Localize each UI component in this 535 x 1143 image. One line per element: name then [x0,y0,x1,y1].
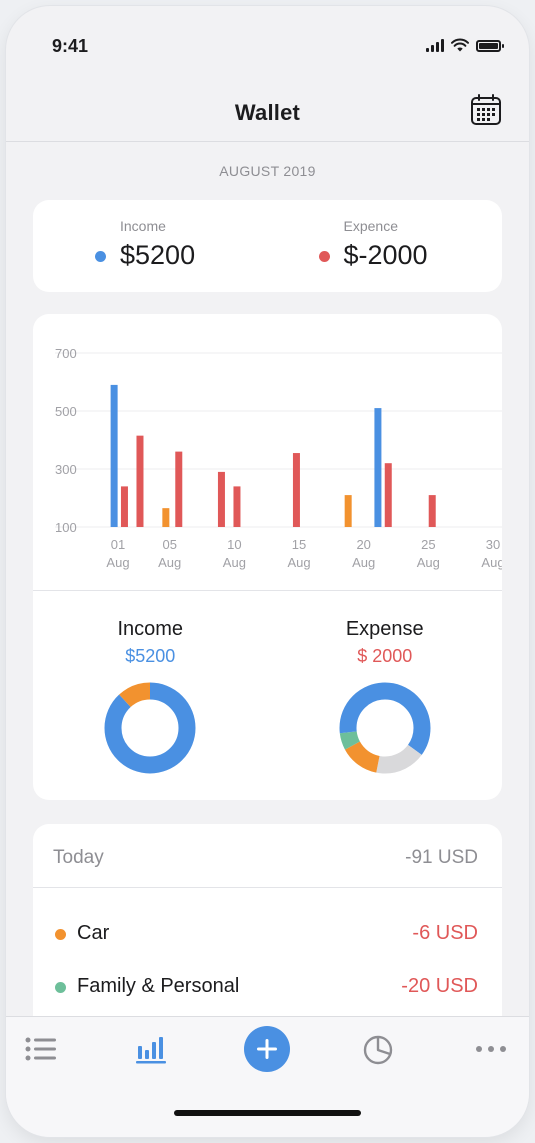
tab-reports[interactable] [358,1031,398,1067]
list-icon [25,1037,56,1061]
wifi-icon [451,38,469,52]
more-icon [476,1046,506,1052]
expense-donut-title: Expense [345,618,424,640]
bar[interactable] [374,408,382,527]
bar[interactable] [110,384,118,527]
x-tick-label: 25 [421,537,435,552]
nav-bar: Wallet [6,86,529,142]
expense-label: Expence [343,218,398,234]
income-donut-title: Income [117,618,184,640]
x-tick-sublabel: Aug [106,555,129,570]
expense-donut-chart [339,682,430,774]
x-tick-sublabel: Aug [158,555,181,570]
transaction-row[interactable]: Car -6 USD [33,908,502,960]
bar[interactable] [120,486,128,527]
x-tick-label: 01 [111,537,125,552]
category-dot [55,929,66,940]
x-tick-label: 20 [356,537,370,552]
tab-statistics[interactable] [132,1031,172,1067]
period-label[interactable]: AUGUST 2019 [6,163,529,179]
tab-bar [6,1016,529,1137]
y-tick-label: 100 [55,520,77,535]
x-tick-label: 10 [227,537,241,552]
x-tick-sublabel: Aug [287,555,310,570]
bar[interactable] [428,495,436,527]
status-time: 9:41 [52,36,89,56]
summary-card: Income $5200 Expence $-2000 [33,200,502,292]
tab-list[interactable] [21,1031,61,1067]
expense-dot [318,251,330,262]
phone-screen: 9:41 Wallet AUGUST 2019 Income $5200 Exp… [6,6,529,1137]
pie-chart-icon [363,1035,393,1065]
y-tick-label: 700 [55,346,77,361]
x-tick-sublabel: Aug [223,555,246,570]
income-donut-amount: $5200 [125,646,176,666]
battery-icon [476,40,504,52]
bar[interactable] [217,471,225,527]
expense-donut-section: Expense $ 2000 [268,590,503,800]
add-button[interactable] [243,1025,291,1073]
page-title: Wallet [234,100,301,125]
transaction-amount: -20 USD [401,975,478,997]
signal-icon [426,39,444,52]
transaction-category: Car [77,922,110,944]
expense-donut-amount: $ 2000 [357,646,413,666]
x-tick-label: 05 [162,537,176,552]
calendar-button[interactable] [469,93,503,127]
income-label: Income [120,218,166,234]
bar[interactable] [292,453,300,527]
transaction-row[interactable]: Family & Personal -20 USD [33,961,502,1013]
y-tick-label: 500 [55,404,77,419]
status-bar: 9:41 [6,6,529,86]
transaction-category: Family & Personal [77,975,240,997]
income-dot [95,251,106,262]
bar-chart-icon [136,1037,166,1064]
x-tick-label: 15 [292,537,306,552]
bar[interactable] [136,435,144,527]
expense-value: $-2000 [343,240,428,270]
income-summary: Income $5200 [33,200,268,292]
transaction-amount: -6 USD [412,922,478,944]
bar[interactable] [233,486,241,527]
income-donut-chart [104,682,196,774]
y-tick-label: 300 [55,462,77,477]
x-tick-sublabel: Aug [417,555,440,570]
transactions-day-total: -91 USD [405,847,478,868]
income-donut-section: Income $5200 [33,590,268,800]
bar[interactable] [175,451,183,527]
chart-card: 700 500 300 100 01 Aug 05 Aug 10 Aug 15 Aug 20 Aug 25 A… [33,314,502,800]
income-value: $5200 [120,240,196,270]
transactions-day-label: Today [53,847,104,868]
expense-summary: Expence $-2000 [268,200,503,292]
tab-more[interactable] [471,1031,511,1067]
x-tick-sublabel: Aug [481,555,502,570]
transactions-header: Today -91 USD [33,824,502,888]
bar[interactable] [162,508,170,527]
bar-chart: 700 500 300 100 01 Aug 05 Aug 10 Aug 15 Aug 20 Aug 25 A… [55,346,502,570]
status-icons [426,38,504,52]
category-dot [55,982,66,993]
bar[interactable] [384,463,392,527]
x-tick-sublabel: Aug [352,555,375,570]
donut-slice[interactable] [104,682,196,774]
bar[interactable] [344,495,352,527]
x-tick-label: 30 [486,537,500,552]
add-icon [244,1026,290,1072]
calendar-icon [471,94,501,125]
home-indicator [174,1110,361,1116]
